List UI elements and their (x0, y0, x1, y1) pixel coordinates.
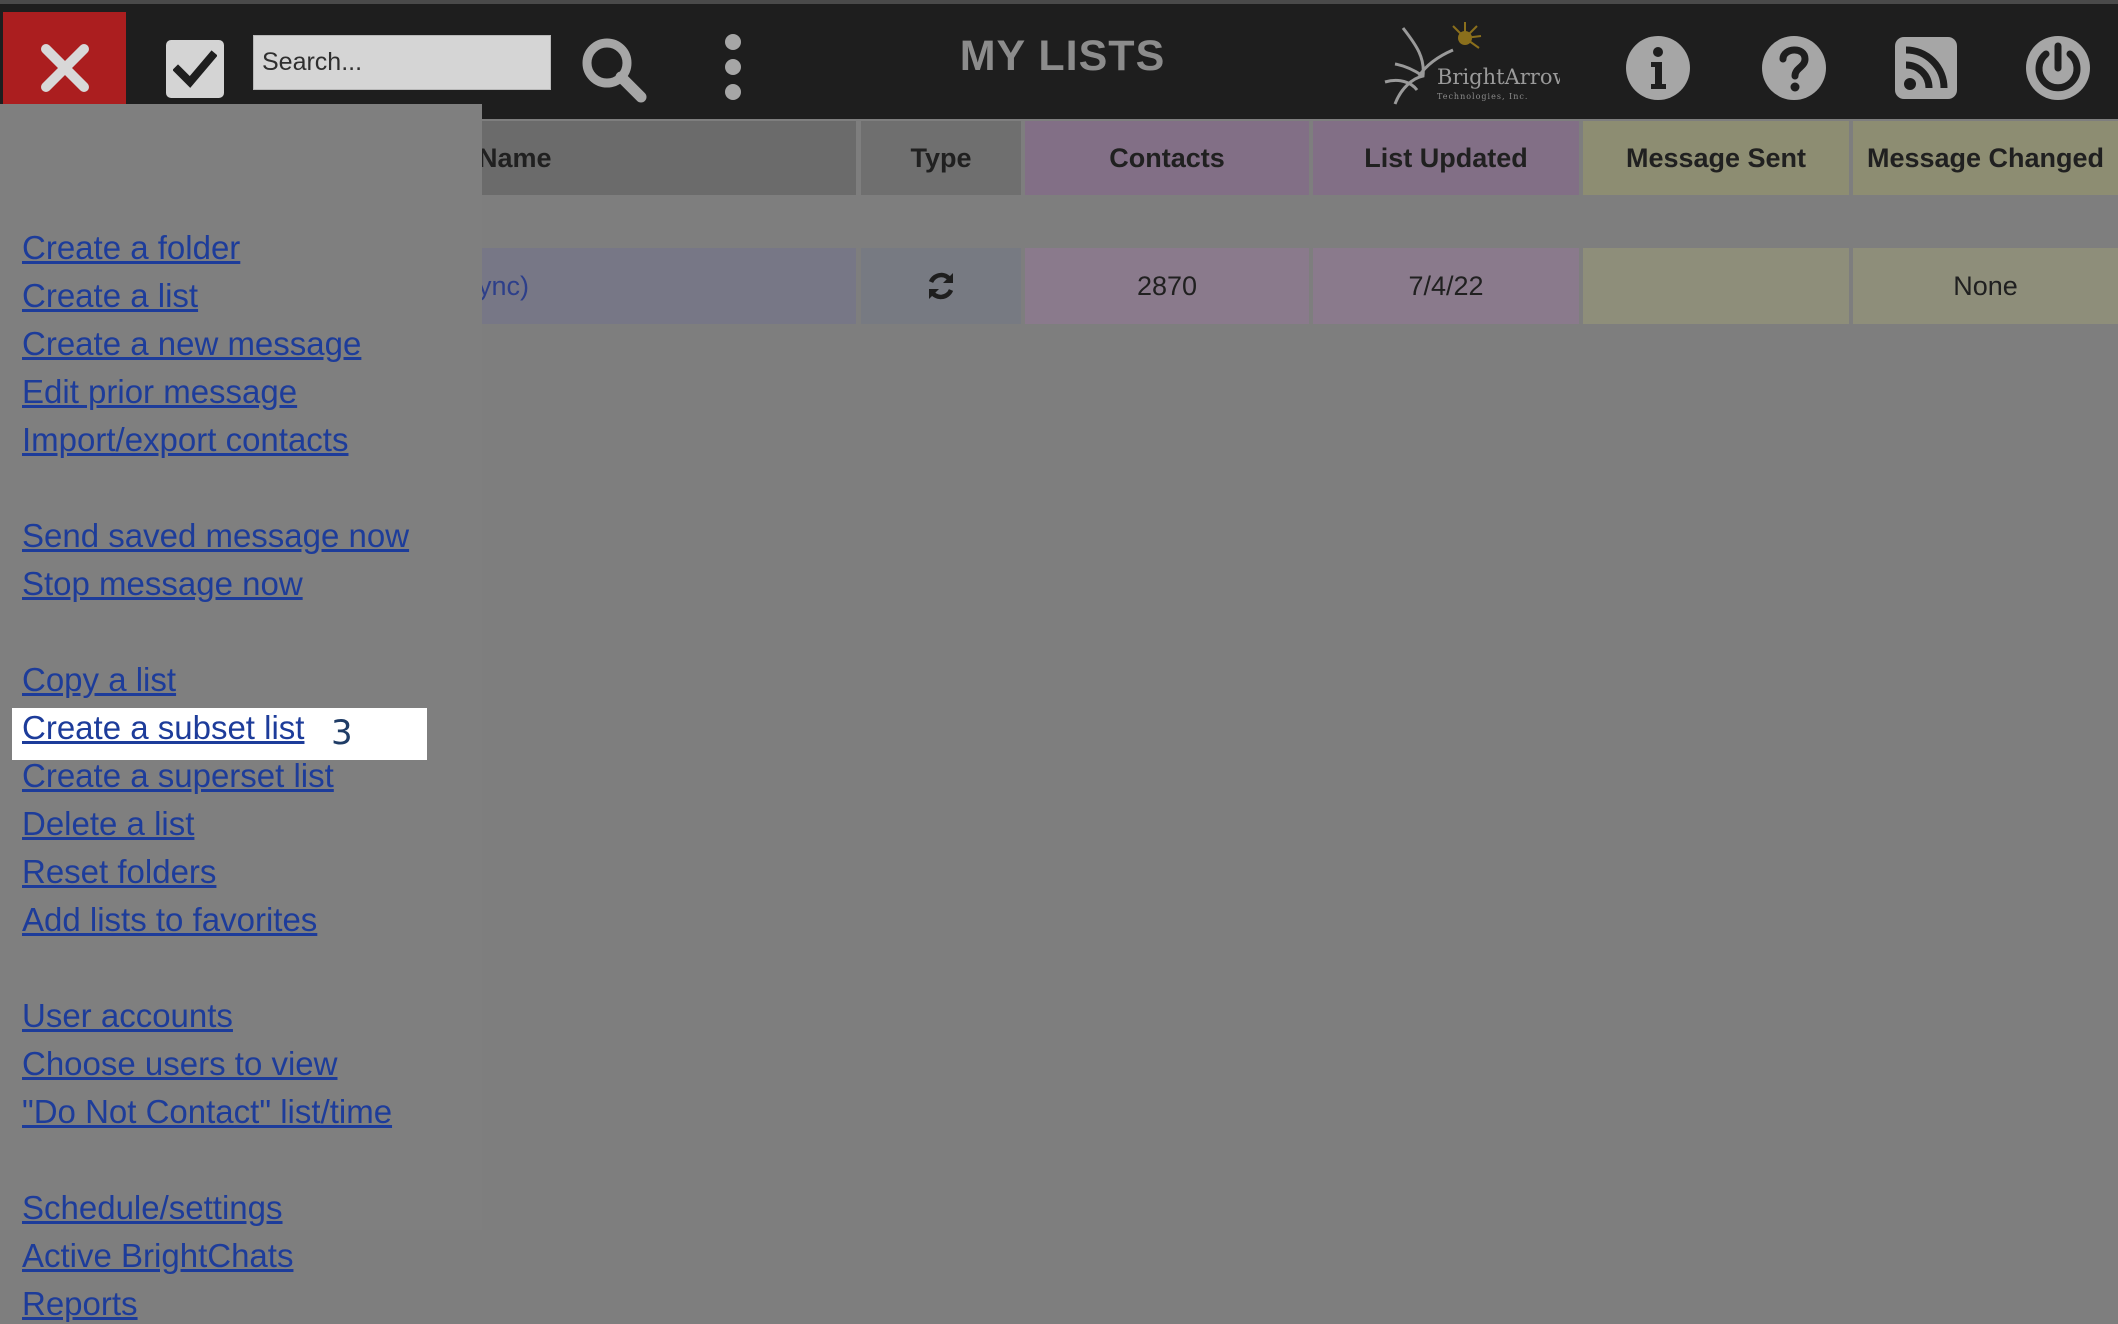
column-header-list-updated[interactable]: List Updated (1313, 121, 1579, 195)
menu-copy-list[interactable]: Copy a list (22, 660, 176, 700)
select-button[interactable] (166, 40, 224, 98)
menu-send-saved-message-now[interactable]: Send saved message now (22, 516, 409, 556)
menu-choose-users-to-view[interactable]: Choose users to view (22, 1044, 337, 1084)
column-header-message-changed[interactable]: Message Changed (1853, 121, 2118, 195)
logo-text: BrightArrow (1437, 65, 1560, 89)
menu-user-accounts[interactable]: User accounts (22, 996, 233, 1036)
column-header-contacts[interactable]: Contacts (1025, 121, 1309, 195)
cell-name[interactable]: ync) (450, 248, 856, 324)
column-header-message-sent[interactable]: Message Sent (1583, 121, 1849, 195)
power-icon[interactable] (2024, 34, 2092, 102)
close-icon (40, 43, 89, 92)
menu-import-export-contacts[interactable]: Import/export contacts (22, 420, 348, 460)
menu-stop-message-now[interactable]: Stop message now (22, 564, 303, 604)
cell-list-updated: 7/4/22 (1313, 248, 1579, 324)
menu-reports[interactable]: Reports (22, 1284, 138, 1324)
rss-icon[interactable] (1892, 34, 1960, 102)
menu-create-new-message[interactable]: Create a new message (22, 324, 361, 364)
menu-create-folder[interactable]: Create a folder (22, 228, 240, 268)
sync-icon (928, 272, 954, 300)
top-bar: MY LISTS BrightArrow Technologies, Inc. (0, 0, 2118, 123)
menu-add-lists-to-favorites[interactable]: Add lists to favorites (22, 900, 317, 940)
menu-schedule-settings[interactable]: Schedule/settings (22, 1188, 283, 1228)
cell-type (861, 248, 1021, 324)
actions-menu: Create a folder Create a list Create a n… (0, 104, 482, 1322)
logo-bird-graphic: BrightArrow Technologies, Inc. (1384, 22, 1570, 105)
logo-subtext: Technologies, Inc. (1437, 92, 1528, 101)
page-title: MY LISTS (959, 32, 1166, 80)
menu-edit-prior-message[interactable]: Edit prior message (22, 372, 297, 412)
search-input[interactable] (253, 35, 551, 90)
column-header-type[interactable]: Type (861, 121, 1021, 195)
cell-message-sent (1583, 248, 1849, 324)
step-badge: 3 (331, 713, 353, 753)
column-header-name[interactable]: Name (450, 121, 856, 195)
more-vertical-icon[interactable] (718, 32, 748, 102)
menu-do-not-contact[interactable]: "Do Not Contact" list/time (22, 1092, 392, 1132)
menu-create-subset-list[interactable]: Create a subset list (22, 708, 304, 748)
brightarrow-logo: BrightArrow Technologies, Inc. (1365, 18, 1570, 116)
cell-contacts: 2870 (1025, 248, 1309, 324)
help-icon[interactable] (1760, 34, 1828, 102)
info-icon[interactable] (1624, 34, 1692, 102)
menu-active-brightchats[interactable]: Active BrightChats (22, 1236, 293, 1276)
menu-create-superset-list[interactable]: Create a superset list (22, 756, 334, 796)
menu-delete-list[interactable]: Delete a list (22, 804, 194, 844)
cell-message-changed: None (1853, 248, 2118, 324)
checkmark-icon (173, 50, 217, 88)
menu-reset-folders[interactable]: Reset folders (22, 852, 216, 892)
search-icon[interactable] (578, 34, 650, 106)
menu-create-list[interactable]: Create a list (22, 276, 198, 316)
